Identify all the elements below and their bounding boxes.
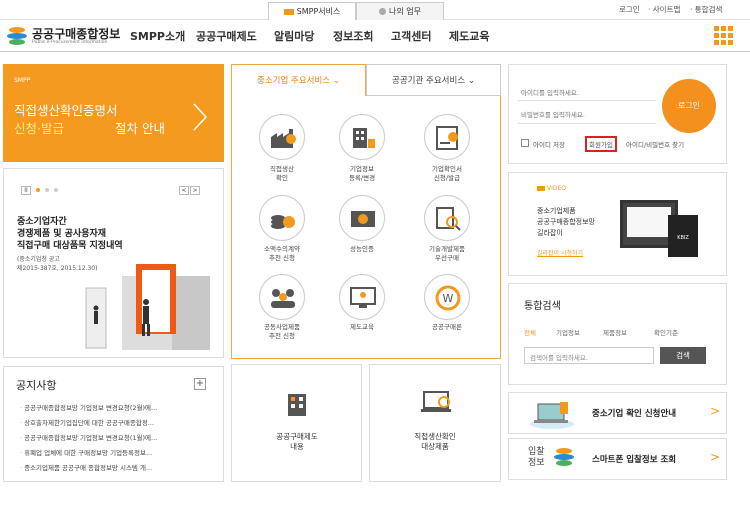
divider [518, 100, 656, 101]
save-id-checkbox[interactable] [521, 139, 529, 147]
sitemap-link[interactable]: · 사이트맵 [648, 4, 680, 15]
service-label: 소액수의계약 추천 신청 [264, 245, 300, 262]
chevron-right-icon [193, 103, 208, 131]
building-edit-icon[interactable] [339, 114, 385, 160]
id-input[interactable]: 아이디를 입력하세요. [521, 87, 579, 97]
doorway-illustration [85, 264, 210, 350]
bid-logo-text: 입찰 정보 [528, 447, 545, 468]
notice-item[interactable]: 중소기업제품 공공구매 종합정보망 시스템 개... [20, 462, 204, 472]
education-icon[interactable] [339, 274, 385, 320]
search-tab-product[interactable]: 제품정보 [603, 327, 627, 337]
slide-dot-active[interactable] [36, 188, 40, 192]
certificate-icon[interactable] [424, 114, 470, 160]
video-tag: VIDEO [537, 185, 566, 192]
box-label: 공공구매제도 내용 [276, 432, 318, 451]
next-button[interactable]: > [190, 186, 200, 195]
login-button[interactable]: 로그인 [662, 79, 716, 133]
service-label: 기업정보 등록/변경 [348, 165, 376, 182]
service-label: 성능인증 [350, 245, 374, 253]
pause-button[interactable]: II [21, 186, 31, 195]
divider [518, 123, 656, 124]
won-cycle-icon[interactable]: W [424, 274, 470, 320]
search-title: 통합검색 [524, 301, 561, 312]
more-notices-button[interactable]: + [194, 378, 206, 390]
banner-tag: SMPP [14, 77, 31, 84]
nav-smpp-intro[interactable]: SMPP소개 [130, 28, 185, 44]
tab-public-services[interactable]: 공공기관 주요서비스 ⌄ [366, 64, 501, 96]
watch-guide-link[interactable]: 길라잡이 시청하기 [537, 248, 583, 257]
search-input[interactable]: 검색어를 입력하세요. [524, 347, 654, 364]
save-id-label: 아이디 저장 [533, 141, 565, 149]
logo-subtitle: Public e-Procurement information [32, 40, 108, 45]
service-label: 제도교육 [350, 323, 374, 331]
search-doc-icon[interactable] [424, 195, 470, 241]
nav-education[interactable]: 제도교육 [449, 28, 489, 44]
banner-line2-rest: 절차 안내 [115, 121, 165, 136]
search-tab-criteria[interactable]: 확인기준 [654, 327, 678, 337]
factory-icon[interactable] [259, 114, 305, 160]
bid-logo-icon [554, 448, 574, 466]
logo-icon [7, 27, 27, 45]
video-text-line: 공공구매종합정보망 [537, 218, 595, 226]
video-icon [537, 186, 545, 191]
notice-item[interactable]: 공공구매종합정보망 기업정보 변경요청(1월)에... [20, 432, 204, 442]
person-icon [379, 8, 386, 15]
video-text-line: 중소기업제품 [537, 207, 576, 215]
service-label: 직접생산 확인 [270, 165, 294, 182]
slide-title-line: 직접구매 대상품목 지정내역 [17, 241, 123, 251]
tab-my-work[interactable]: 나의 업무 [356, 2, 444, 20]
notice-title: 공지사항 [16, 379, 57, 392]
search-tab-company[interactable]: 기업정보 [556, 327, 580, 337]
service-label: 공공구매론 [432, 323, 462, 331]
slide-dot[interactable] [45, 188, 49, 192]
tab-smpp-service[interactable]: SMPP서비스 [268, 2, 356, 20]
prev-button[interactable]: < [179, 186, 189, 195]
tab-sme-services[interactable]: 중소기업 주요서비스 ⌄ [231, 64, 366, 96]
video-text-line: 길라잡이 [537, 229, 563, 237]
unified-search-link[interactable]: · 통합검색 [690, 4, 722, 15]
svg-text:W: W [443, 292, 454, 305]
briefcase-icon [283, 8, 294, 15]
banner-line2-highlight: 신청·발급 [14, 121, 64, 136]
chevron-right-icon: > [710, 404, 721, 418]
service-label: 공동사업제품 추천 신청 [264, 323, 300, 340]
group-icon[interactable] [259, 274, 305, 320]
nav-procurement-system[interactable]: 공공구매제도 [196, 28, 257, 44]
search-button[interactable]: 검색 [660, 347, 706, 364]
search-tab-all[interactable]: 전체 [524, 327, 536, 337]
nav-info-lookup[interactable]: 정보조회 [333, 28, 373, 44]
login-link[interactable]: 로그인 [619, 4, 640, 15]
coins-icon[interactable] [259, 195, 305, 241]
banner-line1: 직접생산확인증명서 [14, 103, 118, 118]
notice-item[interactable]: 공공구매종합정보망 기업정보 변경요청(2월)에... [20, 402, 204, 412]
performance-icon[interactable] [339, 195, 385, 241]
chevron-right-icon: > [710, 450, 721, 464]
laptop-search-icon [421, 391, 451, 412]
all-menu-icon[interactable] [712, 24, 734, 46]
laptop-icon [530, 402, 574, 429]
notice-item[interactable]: 상호출자제한기업집단에 대한 공공구매종합정... [20, 417, 204, 427]
nav-customer-center[interactable]: 고객센터 [391, 28, 431, 44]
password-input[interactable]: 비밀번호를 입력하세요. [521, 109, 585, 119]
nav-notice-board[interactable]: 알림마당 [274, 28, 314, 44]
procurement-system-box[interactable] [231, 364, 362, 482]
find-account-link[interactable]: 아이디/비밀번호 찾기 [626, 139, 684, 149]
building-icon [288, 394, 306, 416]
box-label: 직접생산확인 대상제품 [414, 432, 456, 451]
sme-check-label: 중소기업 확인 신청안내 [592, 409, 677, 419]
join-link[interactable]: 회원가입 [585, 136, 617, 152]
target-products-box[interactable] [369, 364, 501, 482]
service-label: 기술개발제품 우선구매 [429, 245, 465, 262]
slide-subtitle-line: (중소기업청 공고 [17, 256, 60, 263]
mobile-bid-label: 스마트폰 입찰정보 조회 [592, 455, 677, 465]
notice-item[interactable]: 휴폐업 업체에 대한 구매정보망 기업등록정보... [20, 447, 204, 457]
service-label: 기업확인서 신청/발급 [432, 165, 462, 182]
slide-dot[interactable] [54, 188, 58, 192]
tablet-illustration: KBIZ [668, 215, 698, 257]
